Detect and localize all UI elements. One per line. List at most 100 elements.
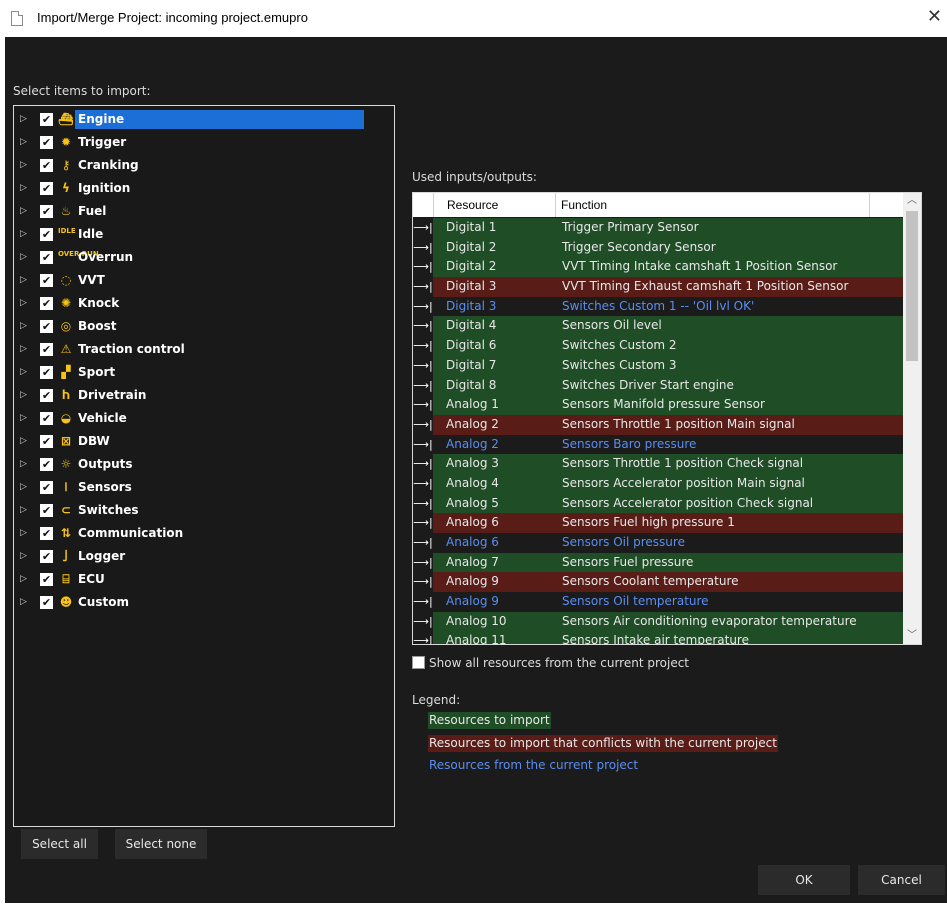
tree-item-knock[interactable]: ▷ ✔ ✺ Knock — [14, 292, 394, 315]
io-row-import[interactable]: ⟶| Analog 3 Sensors Throttle 1 position Ch… — [413, 454, 903, 474]
tree-item-custom[interactable]: ▷ ✔ ☻ Custom — [14, 591, 394, 614]
tree-item-boost[interactable]: ▷ ✔ ◎ Boost — [14, 315, 394, 338]
item-checkbox[interactable]: ✔ — [40, 458, 53, 471]
io-row-current[interactable]: ⟶| Analog 9 Sensors Oil temperature — [413, 592, 903, 612]
expand-arrow-icon[interactable]: ▷ — [20, 154, 27, 177]
expand-arrow-icon[interactable]: ▷ — [20, 269, 27, 292]
expand-arrow-icon[interactable]: ▷ — [20, 384, 27, 407]
io-row-import[interactable]: ⟶| Analog 10 Sensors Air conditioning evap… — [413, 611, 903, 632]
expand-arrow-icon[interactable]: ▷ — [20, 246, 27, 269]
tree-item-traction-control[interactable]: ▷ ✔ ⚠ Traction control — [14, 338, 394, 361]
io-row-current[interactable]: ⟶| Analog 2 Sensors Baro pressure — [413, 434, 903, 455]
item-checkbox[interactable]: ✔ — [40, 412, 53, 425]
item-checkbox[interactable]: ✔ — [40, 573, 53, 586]
item-checkbox[interactable]: ✔ — [40, 297, 53, 310]
item-checkbox[interactable]: ✔ — [40, 481, 53, 494]
item-checkbox[interactable]: ✔ — [40, 550, 53, 563]
expand-arrow-icon[interactable]: ▷ — [20, 177, 27, 200]
scroll-up-icon[interactable]: ︿ — [903, 193, 921, 209]
item-checkbox[interactable]: ✔ — [40, 159, 53, 172]
tree-item-idle[interactable]: ▷ ✔ IDLE Idle — [14, 223, 394, 246]
item-checkbox[interactable]: ✔ — [40, 228, 53, 241]
io-table-scrollbar[interactable]: ︿ ﹀ — [903, 193, 921, 644]
io-row-import[interactable]: ⟶| Digital 4 Sensors Oil level — [413, 316, 903, 337]
tree-item-logger[interactable]: ▷ ✔ ⼅ Logger — [14, 545, 394, 568]
item-checkbox[interactable]: ✔ — [40, 389, 53, 402]
io-row-import[interactable]: ⟶| Digital 2 Trigger Secondary Sensor — [413, 237, 903, 258]
item-checkbox[interactable]: ✔ — [40, 435, 53, 448]
expand-arrow-icon[interactable]: ▷ — [20, 453, 27, 476]
io-row-import[interactable]: ⟶| Digital 1 Trigger Primary Sensor — [413, 218, 903, 238]
select-none-button[interactable]: Select none — [115, 829, 207, 859]
expand-arrow-icon[interactable]: ▷ — [20, 568, 27, 591]
io-row-conflict[interactable]: ⟶| Analog 6 Sensors Fuel high pressure 1 — [413, 513, 903, 533]
expand-arrow-icon[interactable]: ▷ — [20, 407, 27, 430]
item-checkbox[interactable]: ✔ — [40, 274, 53, 287]
tree-item-outputs[interactable]: ▷ ✔ ☼ Outputs — [14, 453, 394, 476]
io-row-import[interactable]: ⟶| Digital 7 Switches Custom 3 — [413, 355, 903, 376]
tree-item-ecu[interactable]: ▷ ✔ ⌸ ECU — [14, 568, 394, 591]
expand-arrow-icon[interactable]: ▷ — [20, 223, 27, 246]
tree-item-vehicle[interactable]: ▷ ✔ ◒ Vehicle — [14, 407, 394, 430]
cancel-button[interactable]: Cancel — [858, 865, 945, 895]
io-row-import[interactable]: ⟶| Digital 8 Switches Driver Start engine — [413, 375, 903, 396]
io-row-import[interactable]: ⟶| Digital 6 Switches Custom 2 — [413, 336, 903, 356]
tree-item-vvt[interactable]: ▷ ✔ ◌ VVT — [14, 269, 394, 292]
item-checkbox[interactable]: ✔ — [40, 527, 53, 540]
io-row-import[interactable]: ⟶| Analog 1 Sensors Manifold pressure Sens… — [413, 395, 903, 415]
io-row-import[interactable]: ⟶| Digital 2 VVT Timing Intake camshaft 1 … — [413, 257, 903, 278]
ok-button[interactable]: OK — [758, 865, 850, 895]
item-checkbox[interactable]: ✔ — [40, 205, 53, 218]
tree-item-communication[interactable]: ▷ ✔ ⇅ Communication — [14, 522, 394, 545]
tree-item-fuel[interactable]: ▷ ✔ ♨ Fuel — [14, 200, 394, 223]
close-icon[interactable]: ✕ — [927, 6, 942, 27]
io-row-conflict[interactable]: ⟶| Analog 9 Sensors Coolant temperature — [413, 572, 903, 593]
io-row-import[interactable]: ⟶| Analog 5 Sensors Accelerator position C… — [413, 493, 903, 514]
scrollbar-thumb[interactable] — [906, 211, 918, 361]
scroll-down-icon[interactable]: ﹀ — [903, 628, 921, 644]
io-row-current[interactable]: ⟶| Digital 3 Switches Custom 1 -- 'Oil lvl… — [413, 296, 903, 317]
checkbox-box[interactable] — [412, 656, 425, 669]
io-row-conflict[interactable]: ⟶| Digital 3 VVT Timing Exhaust camshaft 1… — [413, 277, 903, 297]
expand-arrow-icon[interactable]: ▷ — [20, 476, 27, 499]
tree-item-dbw[interactable]: ▷ ✔ ⊠ DBW — [14, 430, 394, 453]
item-checkbox[interactable]: ✔ — [40, 366, 53, 379]
expand-arrow-icon[interactable]: ▷ — [20, 131, 27, 154]
tree-item-sensors[interactable]: ▷ ✔ 𝍩 Sensors — [14, 476, 394, 499]
expand-arrow-icon[interactable]: ▷ — [20, 108, 27, 131]
expand-arrow-icon[interactable]: ▷ — [20, 545, 27, 568]
item-checkbox[interactable]: ✔ — [40, 504, 53, 517]
item-checkbox[interactable]: ✔ — [40, 320, 53, 333]
expand-arrow-icon[interactable]: ▷ — [20, 338, 27, 361]
item-checkbox[interactable]: ✔ — [40, 136, 53, 149]
expand-arrow-icon[interactable]: ▷ — [20, 522, 27, 545]
import-items-tree[interactable]: ▷ ✔ ⛴ Engine ▷ ✔ ✹ Trigger ▷ ✔ ⚷ Cranking ▷ ✔ ϟ Ignitio… — [13, 105, 395, 827]
select-all-button[interactable]: Select all — [21, 829, 98, 859]
expand-arrow-icon[interactable]: ▷ — [20, 430, 27, 453]
io-row-import[interactable]: ⟶| Analog 4 Sensors Accelerator position M… — [413, 473, 903, 494]
tree-item-cranking[interactable]: ▷ ✔ ⚷ Cranking — [14, 154, 394, 177]
item-checkbox[interactable]: ✔ — [40, 596, 53, 609]
tree-item-ignition[interactable]: ▷ ✔ ϟ Ignition — [14, 177, 394, 200]
io-row-import[interactable]: ⟶| Analog 11 Sensors Intake air temperatur… — [413, 631, 903, 644]
expand-arrow-icon[interactable]: ▷ — [20, 361, 27, 384]
io-row-current[interactable]: ⟶| Analog 6 Sensors Oil pressure — [413, 533, 903, 553]
expand-arrow-icon[interactable]: ▷ — [20, 591, 27, 614]
tree-item-drivetrain[interactable]: ▷ ✔ Ⴙ Drivetrain — [14, 384, 394, 407]
expand-arrow-icon[interactable]: ▷ — [20, 315, 27, 338]
tree-item-trigger[interactable]: ▷ ✔ ✹ Trigger — [14, 131, 394, 154]
item-checkbox[interactable]: ✔ — [40, 251, 53, 264]
item-checkbox[interactable]: ✔ — [40, 113, 53, 126]
tree-item-overrun[interactable]: ▷ ✔ OVER RUN Overrun — [14, 246, 394, 269]
show-all-resources-checkbox[interactable]: Show all resources from the current proj… — [412, 656, 689, 670]
item-checkbox[interactable]: ✔ — [40, 182, 53, 195]
tree-item-sport[interactable]: ▷ ✔ ▞ Sport — [14, 361, 394, 384]
item-checkbox[interactable]: ✔ — [40, 343, 53, 356]
column-header-resource[interactable]: Resource — [447, 198, 498, 212]
expand-arrow-icon[interactable]: ▷ — [20, 200, 27, 223]
expand-arrow-icon[interactable]: ▷ — [20, 499, 27, 522]
tree-item-engine[interactable]: ▷ ✔ ⛴ Engine — [14, 108, 394, 131]
io-row-conflict[interactable]: ⟶| Analog 2 Sensors Throttle 1 position Ma… — [413, 414, 903, 435]
tree-item-switches[interactable]: ▷ ✔ ⊂ Switches — [14, 499, 394, 522]
io-row-import[interactable]: ⟶| Analog 7 Sensors Fuel pressure — [413, 552, 903, 573]
